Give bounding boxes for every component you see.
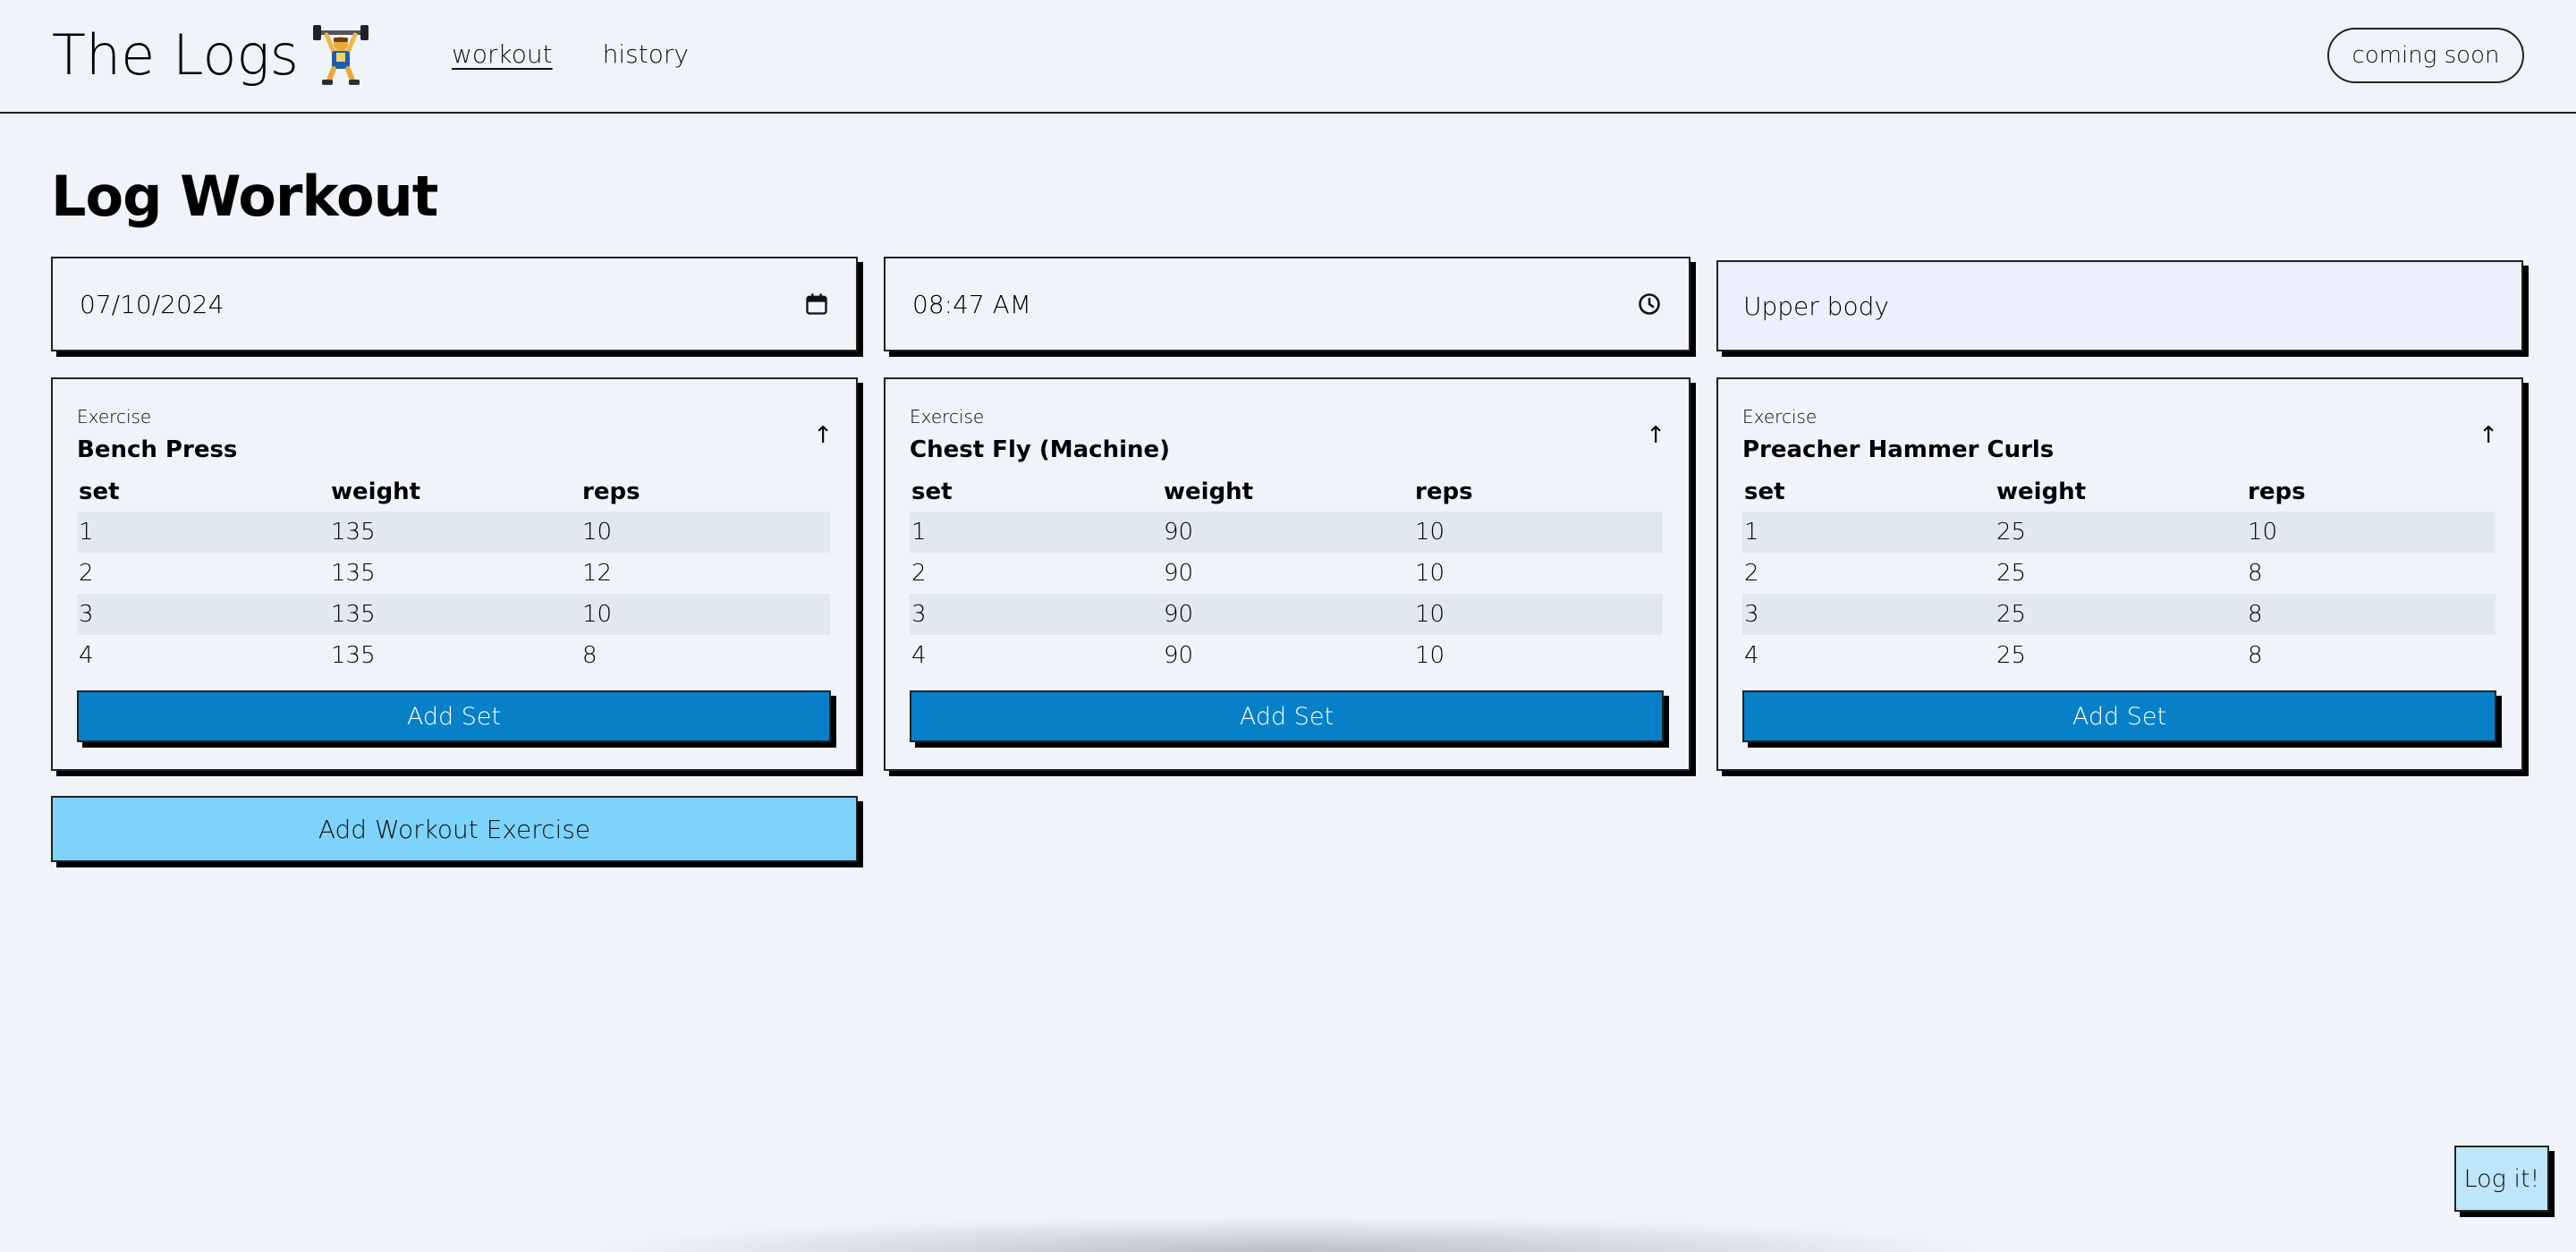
column-header: set: [79, 478, 120, 505]
add-workout-exercise-button[interactable]: Add Workout Exercise: [51, 796, 858, 862]
page-title: Log Workout: [51, 164, 438, 229]
cell-weight: 25: [1996, 560, 2027, 587]
cell-reps: 10: [1415, 560, 1445, 587]
nav-link-history[interactable]: history: [603, 39, 689, 69]
sets-table: set weight reps 1 90 10 2 90 10 3 90 10 4 90 10: [910, 472, 1663, 676]
exercise-name: Preacher Hammer Curls: [1742, 436, 2055, 463]
cell-reps: 10: [1415, 642, 1445, 669]
cell-weight: 25: [1995, 594, 2246, 635]
table-row: 3 90 10: [910, 594, 1663, 635]
app-title: The Logs: [52, 22, 299, 88]
nav-link-workout[interactable]: workout: [452, 39, 553, 69]
column-header: weight: [1996, 478, 2087, 505]
add-set-button[interactable]: Add Set: [910, 690, 1664, 742]
cell-reps: 10: [580, 594, 830, 635]
cell-set: 4: [79, 642, 94, 669]
exercise-name: Chest Fly (Machine): [910, 436, 1171, 463]
table-row: 4 90 10: [910, 635, 1663, 676]
table-row: 2 90 10: [910, 553, 1663, 594]
table-row: 3 25 8: [1742, 594, 2496, 635]
cell-set: 1: [1742, 512, 1995, 553]
cell-set: 3: [77, 594, 329, 635]
cell-weight: 90: [1164, 642, 1194, 669]
exercise-name: Bench Press: [77, 436, 238, 463]
arrow-up-icon[interactable]: ↑: [1646, 424, 1665, 447]
add-set-button[interactable]: Add Set: [1742, 690, 2496, 742]
exercise-label: Exercise: [77, 406, 152, 427]
calendar-icon[interactable]: [804, 292, 829, 317]
cell-reps: 10: [1413, 594, 1663, 635]
table-header-row: set weight reps: [77, 472, 830, 512]
table-row: 3 135 10: [77, 594, 830, 635]
cell-weight: 135: [329, 594, 580, 635]
exercise-card: Exercise Preacher Hammer Curls ↑ set weight r…: [1716, 377, 2523, 771]
time-input-value: 08:47 AM: [912, 289, 1031, 319]
cell-reps: 10: [580, 512, 830, 553]
cell-weight: 90: [1164, 560, 1194, 587]
table-row: 1 135 10: [77, 512, 830, 553]
cell-set: 3: [1742, 594, 1995, 635]
weightlifter-emoji-icon: [312, 25, 369, 85]
cell-weight: 90: [1162, 512, 1413, 553]
date-input-value: 07/10/2024: [80, 289, 225, 319]
date-input[interactable]: 07/10/2024: [51, 257, 858, 351]
column-header: reps: [582, 478, 640, 505]
cell-weight: 25: [1995, 512, 2246, 553]
column-header: reps: [1415, 478, 1473, 505]
exercise-card: Exercise Bench Press ↑ set weight reps 1 135 10 2…: [51, 377, 858, 771]
cell-weight: 25: [1996, 642, 2027, 669]
add-set-button[interactable]: Add Set: [77, 690, 831, 742]
table-row: 4 135 8: [77, 635, 830, 676]
table-row: 1 25 10: [1742, 512, 2496, 553]
coming-soon-button[interactable]: coming soon: [2327, 28, 2524, 83]
brand[interactable]: The Logs: [52, 20, 369, 91]
cell-reps: 8: [2248, 642, 2263, 669]
cell-weight: 90: [1162, 594, 1413, 635]
column-header: set: [1744, 478, 1785, 505]
cell-reps: 10: [1413, 512, 1663, 553]
time-input[interactable]: 08:47 AM: [884, 257, 1690, 351]
exercise-label: Exercise: [1742, 406, 1818, 427]
cell-set: 2: [1744, 560, 1759, 587]
table-row: 4 25 8: [1742, 635, 2496, 676]
cell-reps: 12: [582, 560, 613, 587]
sets-table: set weight reps 1 135 10 2 135 12 3 135 10 4 135 8: [77, 472, 830, 676]
table-row: 2 135 12: [77, 553, 830, 594]
column-header: set: [911, 478, 953, 505]
log-it-button[interactable]: Log it!: [2454, 1146, 2549, 1212]
exercise-card: Exercise Chest Fly (Machine) ↑ set weight rep…: [884, 377, 1690, 771]
arrow-up-icon[interactable]: ↑: [2479, 424, 2498, 447]
clock-icon[interactable]: [1637, 292, 1662, 317]
main-nav: workout history: [452, 39, 689, 69]
cell-set: 4: [911, 642, 927, 669]
table-row: 1 90 10: [910, 512, 1663, 553]
cell-reps: 8: [582, 642, 597, 669]
column-header: weight: [1164, 478, 1254, 505]
table-header-row: set weight reps: [910, 472, 1663, 512]
table-header-row: set weight reps: [1742, 472, 2496, 512]
cell-set: 1: [910, 512, 1162, 553]
cell-reps: 10: [2246, 512, 2496, 553]
workout-name-value: Upper body: [1743, 291, 1889, 321]
workout-name-input[interactable]: Upper body: [1716, 260, 2523, 351]
column-header: weight: [331, 478, 421, 505]
column-header: reps: [2248, 478, 2306, 505]
cell-weight: 135: [331, 560, 376, 587]
sets-table: set weight reps 1 25 10 2 25 8 3 25 8 4 25 8: [1742, 472, 2496, 676]
cell-set: 4: [1744, 642, 1759, 669]
table-row: 2 25 8: [1742, 553, 2496, 594]
cell-weight: 135: [329, 512, 580, 553]
cell-set: 1: [77, 512, 329, 553]
cell-set: 3: [910, 594, 1162, 635]
bottom-shadow: [590, 1216, 1986, 1252]
cell-weight: 135: [331, 642, 376, 669]
exercise-label: Exercise: [910, 406, 985, 427]
cell-reps: 8: [2246, 594, 2496, 635]
cell-set: 2: [911, 560, 927, 587]
cell-reps: 8: [2248, 560, 2263, 587]
cell-set: 2: [79, 560, 94, 587]
app-header: The Logs workout history coming soon: [0, 0, 2576, 114]
arrow-up-icon[interactable]: ↑: [813, 424, 833, 447]
